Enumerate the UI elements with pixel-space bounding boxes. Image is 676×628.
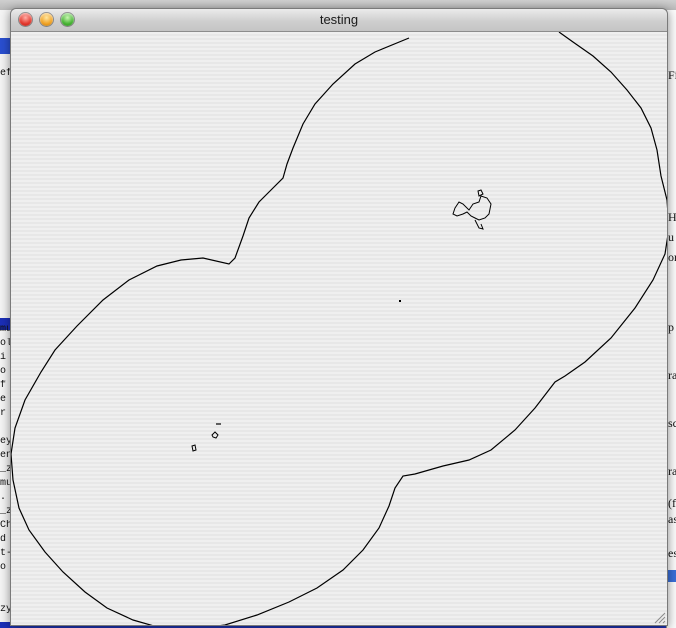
center-dot [399,300,401,302]
background-text-line: as [668,512,676,526]
background-text-line: p [668,320,674,334]
minimize-button-icon[interactable] [40,13,53,26]
contour-canvas [11,32,667,625]
blob-detail [477,189,484,197]
drawing-area[interactable] [11,32,667,625]
background-text-line: sc [668,416,676,430]
lower-left-mark [211,431,219,439]
background-selection-bar [667,570,676,582]
close-button-icon[interactable] [19,13,32,26]
testing-window[interactable]: testing [10,8,668,626]
background-text-line: (f [668,496,676,510]
resize-grip-icon[interactable] [652,610,666,624]
background-text-line: H [668,210,676,224]
outer-contour [11,32,667,625]
upper-right-blob [452,195,492,221]
background-text-line: ra [668,464,676,478]
background-text-line: Fi [668,68,676,82]
background-text-line: u [668,230,674,244]
blob-detail [474,219,484,230]
background-text-line: ra [668,368,676,382]
background-text-line: on [668,250,676,264]
window-title: testing [319,12,359,27]
desktop: ef mu ol i o f e r ey en _z mu . _z Ch d… [0,0,676,628]
window-titlebar[interactable]: testing [11,9,667,32]
zoom-button-icon[interactable] [61,13,74,26]
background-text-line: es [668,546,676,560]
lower-left-mark [191,444,197,452]
